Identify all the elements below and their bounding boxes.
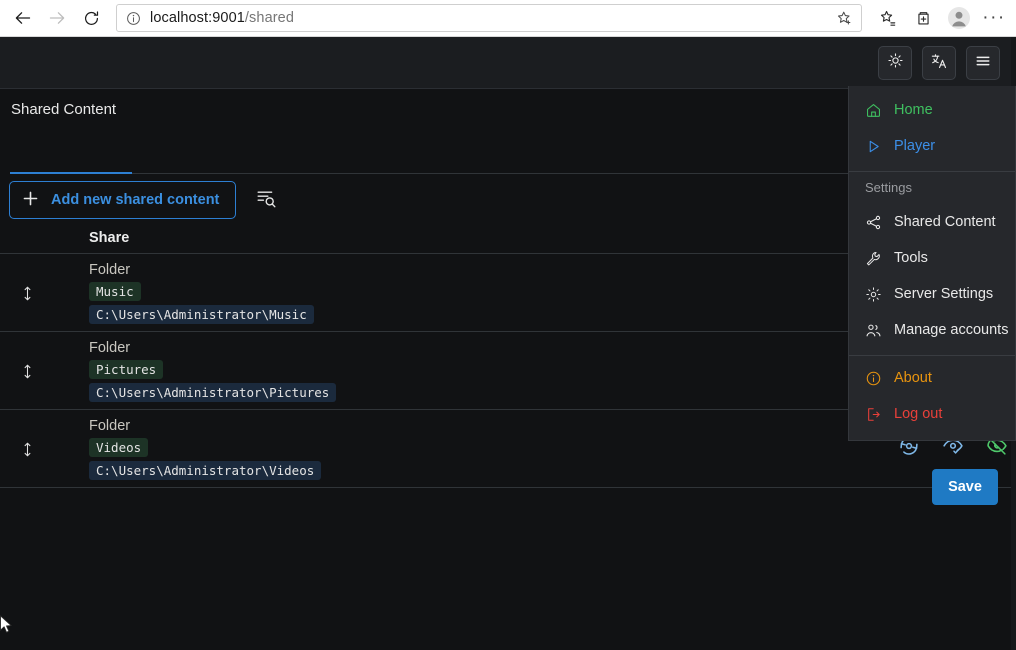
menu-item-label: Tools: [894, 250, 928, 266]
topbar-actions: [878, 46, 1000, 80]
play-triangle-icon: [865, 138, 882, 155]
url-bar[interactable]: localhost:9001/shared: [116, 4, 862, 32]
menu-item-log-out[interactable]: Log out: [849, 396, 1015, 432]
url-path: /shared: [245, 10, 294, 26]
row-share-name[interactable]: Music: [89, 282, 141, 301]
row-type: Folder: [89, 262, 130, 278]
tab-shared-content[interactable]: Shared Content: [11, 101, 116, 129]
column-header-share: Share: [89, 230, 129, 246]
users-icon: [865, 322, 882, 339]
theme-toggle-button[interactable]: [878, 46, 912, 80]
menu-item-label: Home: [894, 102, 933, 118]
filter-list-button[interactable]: [250, 184, 282, 216]
menu-item-player[interactable]: Player: [849, 128, 1015, 164]
search-list-icon: [255, 187, 277, 214]
menu-item-tools[interactable]: Tools: [849, 240, 1015, 276]
row-type: Folder: [89, 418, 130, 434]
menu-item-home[interactable]: Home: [849, 92, 1015, 128]
drag-vertical-icon[interactable]: [17, 437, 37, 461]
row-share-name[interactable]: Pictures: [89, 360, 163, 379]
add-shared-content-button[interactable]: Add new shared content: [9, 181, 236, 219]
wrench-icon: [865, 250, 882, 267]
main-menu-button[interactable]: [966, 46, 1000, 80]
arrow-right-icon: [40, 1, 74, 35]
info-circle-icon: [865, 370, 882, 387]
plus-icon: [22, 190, 39, 211]
menu-item-label: About: [894, 370, 932, 386]
row-type: Folder: [89, 340, 130, 356]
menu-section-label: Settings: [849, 176, 1015, 204]
url-host: localhost:9001: [150, 10, 245, 26]
translate-icon: [930, 52, 948, 75]
menu-group-bottom: About Log out: [849, 360, 1015, 432]
menu-item-server-settings[interactable]: Server Settings: [849, 276, 1015, 312]
info-circle-icon[interactable]: [126, 11, 141, 26]
menu-item-label: Log out: [894, 406, 942, 422]
menu-item-label: Server Settings: [894, 286, 993, 302]
add-shared-content-label: Add new shared content: [51, 192, 219, 208]
row-share-path[interactable]: C:\Users\Administrator\Videos: [89, 461, 321, 480]
language-button[interactable]: [922, 46, 956, 80]
menu-item-label: Shared Content: [894, 214, 996, 230]
favorites-list-icon[interactable]: [870, 1, 904, 35]
logout-arrow-icon: [865, 406, 882, 423]
drag-vertical-icon[interactable]: [17, 359, 37, 383]
menu-group-settings: Shared Content Tools Server Settings Manage…: [849, 204, 1015, 348]
drag-vertical-icon[interactable]: [17, 281, 37, 305]
menu-item-label: Player: [894, 138, 935, 154]
add-favorite-star-icon[interactable]: [836, 10, 855, 27]
main-menu-dropdown: HomePlayer Settings Shared ContentToolsS…: [848, 86, 1016, 441]
browser-more-icon[interactable]: ···: [976, 1, 1012, 35]
gear-icon: [865, 286, 882, 303]
tab-active-underline: [10, 172, 132, 174]
profile-avatar-icon[interactable]: [942, 1, 976, 35]
menu-item-shared-content[interactable]: Shared Content: [849, 204, 1015, 240]
app-root: Shared Content Add new shared content: [0, 37, 1016, 650]
menu-divider-1: [849, 171, 1015, 172]
hamburger-menu-icon: [974, 52, 992, 75]
home-icon: [865, 102, 882, 119]
menu-item-about[interactable]: About: [849, 360, 1015, 396]
row-share-path[interactable]: C:\Users\Administrator\Pictures: [89, 383, 336, 402]
browser-chrome: localhost:9001/shared ···: [0, 0, 1016, 37]
brightness-sun-icon: [887, 52, 904, 74]
menu-divider-2: [849, 355, 1015, 356]
reload-icon[interactable]: [74, 1, 108, 35]
mouse-pointer-icon: [0, 615, 14, 640]
url-text: localhost:9001/shared: [150, 10, 836, 26]
row-share-path[interactable]: C:\Users\Administrator\Music: [89, 305, 314, 324]
save-button[interactable]: Save: [932, 469, 998, 505]
arrow-left-icon[interactable]: [6, 1, 40, 35]
menu-item-label: Manage accounts: [894, 322, 1008, 338]
menu-item-manage-accounts[interactable]: Manage accounts: [849, 312, 1015, 348]
collections-icon[interactable]: [906, 1, 940, 35]
app-topbar: [0, 37, 1016, 89]
menu-group-top: Home Player: [849, 92, 1015, 164]
share-nodes-icon: [865, 214, 882, 231]
row-share-name[interactable]: Videos: [89, 438, 148, 457]
